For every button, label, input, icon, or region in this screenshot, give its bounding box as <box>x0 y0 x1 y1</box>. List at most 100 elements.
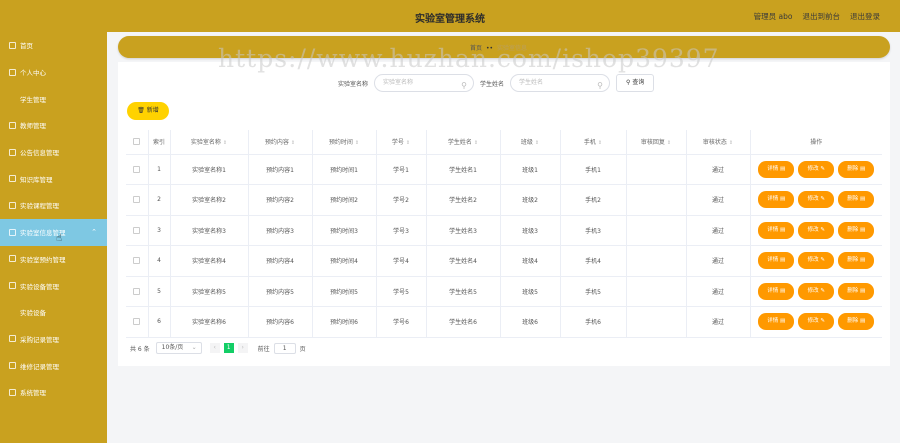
table-cell: 预约内容4 <box>247 245 312 277</box>
sidebar-item-label: 个人中心 <box>20 69 46 78</box>
edit-button[interactable]: 修改 ✎ <box>798 252 835 270</box>
detail-button[interactable]: 详情 ▤ <box>758 252 795 270</box>
table-row: 2 实验室名称2 预约内容2 预约时间2 学号2 学生姓名2 班级2 手机2 通过 详情 ▤ 修改 … <box>126 184 882 216</box>
sidebar-item[interactable]: 学生管理 <box>0 85 107 112</box>
table-cell: 预约时间3 <box>311 215 376 246</box>
table-cell: 预约时间5 <box>311 276 376 307</box>
table-cell: 通过 <box>685 154 750 185</box>
row-checkbox[interactable] <box>133 318 141 326</box>
delete-button[interactable]: 删除 ▤ <box>838 160 875 178</box>
column-header: 预约时间 ⇕ <box>311 130 376 155</box>
row-checkbox[interactable] <box>133 165 141 173</box>
row-checkbox[interactable] <box>133 226 141 234</box>
pencil-icon: ✎ <box>818 165 825 172</box>
table-cell: 学生姓名1 <box>425 154 500 185</box>
pencil-icon: ✎ <box>818 226 825 233</box>
table-cell: 通过 <box>685 215 750 246</box>
logout-link[interactable]: 退出登录 <box>850 11 880 22</box>
sidebar-item[interactable]: 公告信息管理 <box>0 139 107 166</box>
goto-page-input[interactable]: 1 <box>273 342 296 354</box>
sort-icon[interactable]: ⇕ <box>729 140 733 146</box>
column-header: 实验室名称 ⇕ <box>169 130 248 155</box>
page-number[interactable]: 1 <box>223 343 234 353</box>
lab-name-input[interactable]: 实验室名称 ⚲ <box>374 74 475 92</box>
query-button[interactable]: ⚲ 查询 <box>616 74 655 92</box>
delete-button[interactable]: 删除 ▤ <box>838 191 875 209</box>
back-to-front-link[interactable]: 退出到前台 <box>803 11 841 22</box>
sort-icon[interactable]: ⇕ <box>291 140 295 146</box>
sidebar-item-label: 维修记录管理 <box>20 362 59 371</box>
table-cell: 班级1 <box>499 154 560 185</box>
delete-button[interactable]: 删除 ▤ <box>838 282 875 300</box>
column-header: 索引 <box>147 130 170 155</box>
delete-button[interactable]: 删除 ▤ <box>838 252 875 270</box>
sidebar-item-label: 知识库管理 <box>20 175 53 184</box>
table-cell: 预约时间6 <box>311 306 376 338</box>
add-button[interactable]: 🗑 新增 <box>127 102 169 120</box>
sidebar-item[interactable]: 采购记录管理 <box>0 326 107 353</box>
sort-icon[interactable]: ⇕ <box>535 140 539 146</box>
edit-button[interactable]: 修改 ✎ <box>798 313 835 331</box>
table-cell: 学生姓名3 <box>425 215 500 246</box>
sidebar-item[interactable]: 维修记录管理 <box>0 352 107 379</box>
sidebar-item[interactable]: 实验室信息管理 ⌃ <box>0 218 107 246</box>
edit-button[interactable]: 修改 ✎ <box>798 191 835 209</box>
detail-button[interactable]: 详情 ▤ <box>758 313 795 331</box>
breadcrumb-home[interactable]: 首页 <box>470 45 482 52</box>
sidebar-item[interactable]: 实验课程管理 <box>0 192 107 219</box>
prev-page-button[interactable]: ‹ <box>209 343 220 353</box>
next-page-button[interactable]: › <box>237 343 248 353</box>
sidebar-item[interactable]: 系统管理 <box>0 379 107 406</box>
student-name-label: 学生姓名 <box>480 80 505 88</box>
row-checkbox[interactable] <box>133 257 141 265</box>
sidebar-item[interactable]: 个人中心 <box>0 59 107 86</box>
table-cell: 实验室名称1 <box>169 154 248 185</box>
sort-icon[interactable]: ⇕ <box>223 140 227 146</box>
edit-button[interactable]: 修改 ✎ <box>798 221 835 239</box>
menu-icon <box>9 175 16 183</box>
column-header: 班级 ⇕ <box>499 130 560 155</box>
hand-cursor-icon: ☝ <box>56 233 63 244</box>
row-checkbox[interactable] <box>133 287 141 295</box>
table-cell: 5 <box>147 276 170 307</box>
sidebar-item[interactable]: 知识库管理 <box>0 165 107 192</box>
table-row: 6 实验室名称6 预约内容6 预约时间6 学号6 学生姓名6 班级6 手机6 通过 详情 ▤ 修改 … <box>126 306 882 338</box>
table-cell: 预约内容2 <box>247 184 312 216</box>
sidebar-item[interactable]: 实验设备 <box>0 299 107 326</box>
delete-button[interactable]: 删除 ▤ <box>838 313 875 331</box>
table-cell: 2 <box>147 184 170 216</box>
row-checkbox[interactable] <box>133 196 141 204</box>
edit-button[interactable]: 修改 ✎ <box>798 160 835 178</box>
student-name-input[interactable]: 学生姓名 ⚲ <box>510 74 611 92</box>
edit-button[interactable]: 修改 ✎ <box>798 282 835 300</box>
page-size-select[interactable]: 10条/页 ⌄ <box>155 342 202 354</box>
sidebar-item[interactable]: 实验室预约管理 <box>0 246 107 273</box>
select-all-checkbox-cell <box>126 130 148 155</box>
sort-icon[interactable]: ⇕ <box>598 140 602 146</box>
column-header: 学生姓名 ⇕ <box>425 130 500 155</box>
sort-icon[interactable]: ⇕ <box>474 140 478 146</box>
delete-button[interactable]: 删除 ▤ <box>838 221 875 239</box>
sidebar-item[interactable]: 首页 <box>0 32 107 59</box>
detail-button[interactable]: 详情 ▤ <box>758 221 795 239</box>
menu-icon <box>9 148 16 156</box>
sort-icon[interactable]: ⇕ <box>355 140 359 146</box>
sort-icon[interactable]: ⇕ <box>406 140 410 146</box>
sidebar-item-label: 实验设备管理 <box>20 282 59 291</box>
sidebar-item-label: 公告信息管理 <box>20 149 59 158</box>
select-all-checkbox[interactable] <box>133 138 141 146</box>
column-header: 预约内容 ⇕ <box>247 130 312 155</box>
table-cell: 6 <box>147 306 170 338</box>
detail-button[interactable]: 详情 ▤ <box>758 191 795 209</box>
sidebar-item[interactable]: 实验设备管理 <box>0 272 107 299</box>
detail-button[interactable]: 详情 ▤ <box>758 160 795 178</box>
table-cell <box>625 276 686 307</box>
detail-button[interactable]: 详情 ▤ <box>758 282 795 300</box>
sort-icon[interactable]: ⇕ <box>667 140 671 146</box>
file-icon: ▤ <box>778 226 786 233</box>
breadcrumb-current: 实验室信息 <box>496 45 527 52</box>
search-icon: ⚲ <box>626 79 631 86</box>
table-cell: 班级3 <box>499 215 560 246</box>
sidebar-item[interactable]: 教师管理 <box>0 112 107 139</box>
menu-icon <box>9 201 16 209</box>
